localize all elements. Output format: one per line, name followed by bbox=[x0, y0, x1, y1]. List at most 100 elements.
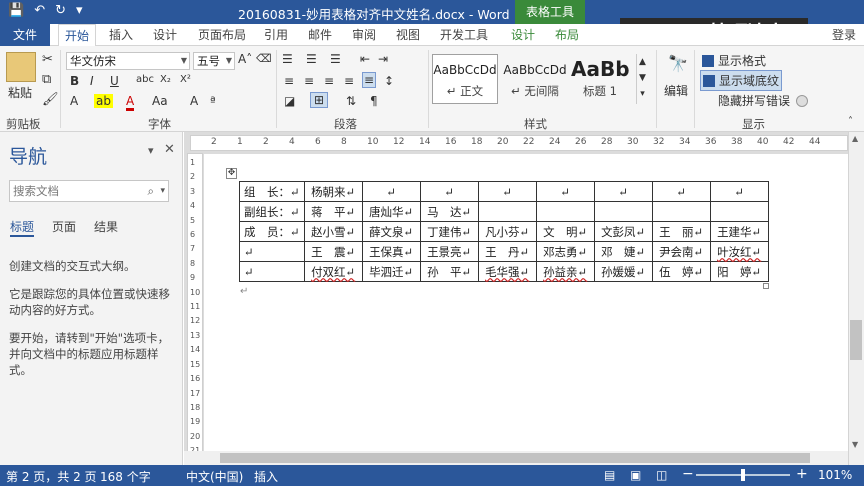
font-color-icon[interactable]: A bbox=[126, 94, 135, 111]
font-size-combo[interactable]: 五号 ▼ bbox=[193, 52, 235, 70]
table-cell[interactable]: 孙媛媛↵ bbox=[593, 261, 653, 282]
clear-format-icon[interactable]: ⌫ bbox=[256, 52, 272, 65]
table-move-handle-icon[interactable]: ✥ bbox=[226, 168, 237, 179]
table-cell[interactable]: 文 明↵ bbox=[535, 221, 595, 242]
copy-icon[interactable]: ⧉ bbox=[42, 72, 51, 87]
show-marks-icon[interactable]: ¶ bbox=[370, 94, 378, 108]
increase-indent-icon[interactable]: ⇥ bbox=[378, 52, 388, 66]
table-cell[interactable]: 唐灿华↵ bbox=[361, 201, 421, 222]
borders-icon[interactable]: ⊞ bbox=[310, 92, 328, 108]
table-cell[interactable]: 蒋 平↵ bbox=[303, 201, 363, 222]
collapse-ribbon-icon[interactable]: ˄ bbox=[848, 116, 853, 127]
table-cell[interactable]: 毛华强↵ bbox=[477, 261, 537, 282]
table-cell[interactable]: ↵ bbox=[709, 181, 769, 202]
align-left-icon[interactable]: ≡ bbox=[284, 74, 294, 88]
word-count[interactable]: 168 个字 bbox=[100, 468, 151, 485]
table-cell[interactable]: 王景亮↵ bbox=[419, 241, 479, 262]
table-cell[interactable]: 王建华↵ bbox=[709, 221, 769, 242]
italic-button[interactable]: I bbox=[90, 74, 94, 88]
show-format-checkbox[interactable]: 显示格式 bbox=[702, 52, 766, 69]
table-cell[interactable]: ↵ bbox=[651, 181, 711, 202]
table-cell[interactable]: 组 长：↵ bbox=[239, 181, 305, 202]
subscript-button[interactable]: X₂ bbox=[160, 74, 171, 85]
nav-tab-headings[interactable]: 标题 bbox=[10, 218, 35, 237]
print-layout-icon[interactable]: ▣ bbox=[630, 468, 641, 482]
change-case-icon[interactable]: Aa bbox=[152, 94, 168, 108]
redo-icon[interactable]: ↻ bbox=[55, 3, 66, 18]
tab-home[interactable]: 开始 bbox=[58, 24, 96, 46]
align-center-icon[interactable]: ≡ bbox=[304, 74, 314, 88]
table-cell[interactable] bbox=[477, 201, 537, 222]
text-effects-icon[interactable]: A bbox=[70, 94, 78, 108]
sort-icon[interactable]: ⇅ bbox=[346, 94, 356, 108]
tab-view[interactable]: 视图 bbox=[394, 24, 422, 46]
table-cell[interactable] bbox=[709, 201, 769, 222]
table-cell[interactable]: 马 达↵ bbox=[419, 201, 479, 222]
tab-page-layout[interactable]: 页面布局 bbox=[196, 24, 248, 46]
nav-tab-results[interactable]: 结果 bbox=[94, 218, 118, 235]
hide-spelling-toggle[interactable]: 隐藏拼写错误 bbox=[718, 92, 812, 109]
style-no-spacing[interactable]: AaBbCcDd ↵ 无间隔 bbox=[502, 54, 568, 104]
table-cell[interactable]: 文彭凤↵ bbox=[593, 221, 653, 242]
table-resize-handle[interactable] bbox=[763, 283, 769, 289]
multilevel-list-icon[interactable]: ☰ bbox=[330, 52, 341, 66]
phonetic-icon[interactable]: ª bbox=[210, 94, 216, 108]
paste-button-label[interactable]: 粘贴 bbox=[8, 84, 32, 101]
table-cell[interactable]: 凡小芬↵ bbox=[477, 221, 537, 242]
format-painter-icon[interactable]: 🖌 bbox=[42, 92, 59, 107]
table-cell[interactable]: 阳 婷↵ bbox=[709, 261, 769, 282]
tab-mailings[interactable]: 邮件 bbox=[306, 24, 334, 46]
table-cell[interactable]: 邓 婕↵ bbox=[593, 241, 653, 262]
table-cell[interactable]: 付双红↵ bbox=[303, 261, 363, 282]
name-table[interactable]: 组 长：↵ 杨朝来↵ ↵ ↵ ↵ ↵ ↵ ↵ ↵ 副组长：↵ 蒋 平↵ 唐灿华↵ 马 达↵ 成 员：↵ 赵小… bbox=[239, 181, 769, 282]
table-cell[interactable]: 王 丽↵ bbox=[651, 221, 711, 242]
decrease-indent-icon[interactable]: ⇤ bbox=[360, 52, 370, 66]
chevron-down-icon[interactable]: ▾ bbox=[160, 181, 165, 201]
login-link[interactable]: 登录 bbox=[832, 26, 856, 43]
zoom-out-button[interactable]: − bbox=[682, 466, 694, 482]
style-heading-1[interactable]: AaBb 标题 1 bbox=[570, 54, 630, 104]
table-cell[interactable]: 副组长：↵ bbox=[239, 201, 305, 222]
tab-design[interactable]: 设计 bbox=[150, 24, 180, 46]
language[interactable]: 中文(中国) bbox=[186, 468, 243, 485]
scroll-up-icon[interactable]: ▲ bbox=[852, 134, 858, 143]
shading-icon[interactable]: ◪ bbox=[284, 94, 295, 108]
table-cell[interactable]: ↵ bbox=[239, 261, 305, 282]
table-cell[interactable]: ↵ bbox=[361, 181, 421, 202]
char-shading-icon[interactable]: A bbox=[190, 94, 198, 108]
vertical-scrollbar[interactable] bbox=[848, 132, 864, 465]
tab-insert[interactable]: 插入 bbox=[106, 24, 136, 46]
table-cell[interactable]: 赵小雪↵ bbox=[303, 221, 363, 242]
table-cell[interactable]: ↵ bbox=[593, 181, 653, 202]
table-cell[interactable]: 尹会南↵ bbox=[651, 241, 711, 262]
undo-icon[interactable]: ↶ bbox=[34, 3, 45, 18]
table-cell[interactable]: 孙益亲↵ bbox=[535, 261, 595, 282]
numbering-icon[interactable]: ☰ bbox=[306, 52, 317, 66]
tab-references[interactable]: 引用 bbox=[262, 24, 290, 46]
page-count[interactable]: 第 2 页，共 2 页 bbox=[6, 468, 97, 485]
table-cell[interactable]: 杨朝来↵ bbox=[303, 181, 363, 202]
table-cell[interactable]: 毕泗迁↵ bbox=[361, 261, 421, 282]
underline-button[interactable]: U bbox=[110, 74, 119, 88]
style-normal[interactable]: AaBbCcDd ↵ 正文 bbox=[432, 54, 498, 104]
zoom-in-button[interactable]: + bbox=[796, 466, 808, 482]
customize-qat-icon[interactable]: ▾ bbox=[76, 3, 83, 18]
table-cell[interactable]: 王 丹↵ bbox=[477, 241, 537, 262]
table-cell[interactable]: 邓志勇↵ bbox=[535, 241, 595, 262]
table-cell[interactable] bbox=[535, 201, 595, 222]
table-cell[interactable] bbox=[651, 201, 711, 222]
align-right-icon[interactable]: ≡ bbox=[324, 74, 334, 88]
tab-file[interactable]: 文件 bbox=[0, 24, 50, 46]
find-icon[interactable]: 🔭 bbox=[668, 54, 688, 73]
save-icon[interactable]: 💾 bbox=[8, 3, 24, 18]
zoom-level[interactable]: 101% bbox=[818, 468, 852, 482]
bold-button[interactable]: B bbox=[70, 74, 79, 88]
horizontal-scroll-thumb[interactable] bbox=[220, 453, 810, 463]
nav-options-icon[interactable]: ▾ bbox=[148, 144, 154, 157]
grow-font-icon[interactable]: A˄ bbox=[238, 52, 252, 66]
distributed-icon[interactable]: ≡ bbox=[362, 72, 376, 88]
table-cell[interactable]: ↵ bbox=[239, 241, 305, 262]
close-icon[interactable]: ✕ bbox=[164, 142, 175, 157]
strikethrough-button[interactable]: abc bbox=[136, 74, 154, 85]
horizontal-ruler[interactable]: 2 1 2 4 6 8 10 12 14 16 18 20 22 24 26 28 30 32 34 36 38 40 42… bbox=[190, 135, 848, 151]
